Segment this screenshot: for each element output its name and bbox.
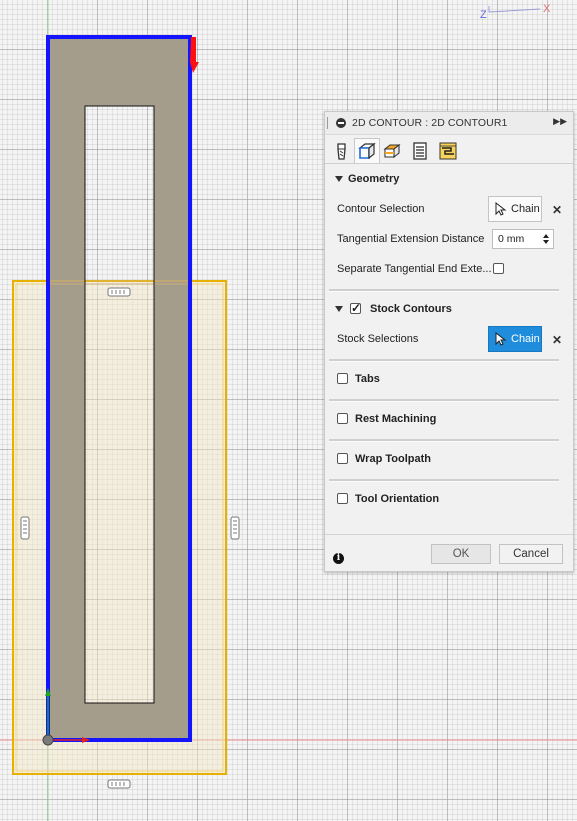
tab-geometry[interactable] [354, 138, 380, 164]
stock-selections-label: Stock Selections [337, 333, 419, 345]
expand-panel-icon[interactable]: ▶▶ [553, 116, 567, 127]
footer-divider [325, 534, 573, 535]
cursor-icon [495, 332, 507, 346]
drag-grip-icon[interactable] [327, 117, 328, 129]
clear-stock-icon[interactable]: ✕ [552, 333, 562, 347]
rest-machining-header[interactable]: Rest Machining [355, 413, 436, 425]
heights-icon [383, 143, 401, 159]
stock-chain-label: Chain [511, 333, 540, 345]
tab-heights[interactable] [379, 138, 405, 164]
section-divider [329, 359, 559, 362]
geometry-header[interactable]: Geometry [348, 173, 399, 185]
section-divider [329, 479, 559, 482]
tab-tool[interactable] [329, 138, 355, 164]
stock-handle-left[interactable] [20, 516, 30, 540]
geometry-icon [358, 142, 376, 160]
collapse-icon[interactable] [336, 118, 346, 128]
tool-icon [337, 143, 346, 160]
cancel-button[interactable]: Cancel [499, 544, 563, 564]
geometry-collapse-icon[interactable] [335, 176, 343, 182]
passes-icon [413, 142, 427, 160]
stock-handle-top[interactable] [107, 287, 131, 297]
stock-contours-checkbox[interactable] [350, 301, 361, 315]
spinner-arrows-icon[interactable] [541, 231, 551, 247]
dialog-titlebar[interactable]: 2D CONTOUR : 2D CONTOUR1 ▶▶ [325, 112, 573, 135]
section-divider [329, 399, 559, 402]
tab-underline [325, 163, 573, 164]
tabs-checkbox[interactable] [337, 373, 348, 384]
contour-chain-label: Chain [511, 203, 540, 215]
tool-orientation-header[interactable]: Tool Orientation [355, 493, 439, 505]
stock-chain-button[interactable]: Chain [488, 326, 542, 352]
cursor-icon [495, 202, 507, 216]
tabs-header[interactable]: Tabs [355, 373, 380, 385]
stock-handle-right[interactable] [230, 516, 240, 540]
stock-handle-bottom[interactable] [107, 779, 131, 789]
view-cube-triad[interactable]: Z X [480, 3, 551, 21]
dialog-footer: i OK Cancel [325, 539, 573, 571]
tab-passes[interactable] [407, 138, 433, 164]
clear-contour-icon[interactable]: ✕ [552, 203, 562, 217]
linking-icon [439, 142, 457, 160]
contour-chain-button[interactable]: Chain [488, 196, 542, 222]
section-divider [329, 439, 559, 442]
tool-orientation-checkbox[interactable] [337, 493, 348, 504]
rest-machining-checkbox[interactable] [337, 413, 348, 424]
ok-button[interactable]: OK [431, 544, 491, 564]
section-divider [329, 289, 559, 292]
stock-fill [13, 281, 226, 774]
contour-selection-label: Contour Selection [337, 203, 425, 215]
stock-contours-header[interactable]: Stock Contours [370, 303, 452, 315]
stock-contours-collapse-icon[interactable] [335, 306, 343, 312]
separate-tangential-label: Separate Tangential End Exte... [337, 263, 492, 275]
tangential-extension-label: Tangential Extension Distance [337, 233, 485, 245]
dialog-title: 2D CONTOUR : 2D CONTOUR1 [352, 117, 508, 129]
tangential-extension-input[interactable]: 0 mm [492, 229, 554, 249]
wrap-toolpath-checkbox[interactable] [337, 453, 348, 464]
info-icon[interactable]: i [333, 553, 344, 564]
tab-linking[interactable] [435, 138, 461, 164]
separate-tangential-checkbox[interactable] [493, 263, 504, 274]
view-cube-x-label: X [543, 3, 551, 15]
wrap-toolpath-header[interactable]: Wrap Toolpath [355, 453, 431, 465]
view-cube-z-label: Z [480, 9, 487, 21]
contour-dialog: 2D CONTOUR : 2D CONTOUR1 ▶▶ Geometry Con… [324, 111, 574, 572]
tangential-extension-value: 0 mm [498, 233, 525, 245]
